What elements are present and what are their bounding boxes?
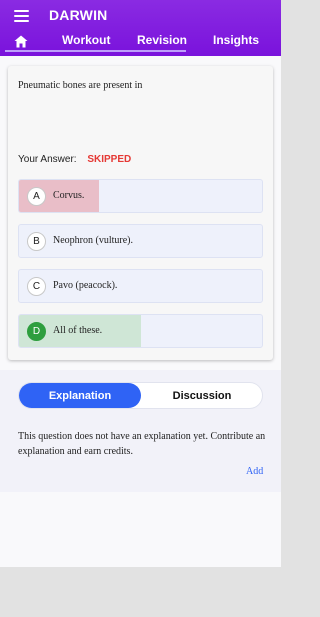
app-screen: DARWIN Workout Revision Insights Pneumat… — [0, 0, 281, 567]
option-a-badge: A — [27, 187, 46, 206]
explanation-section: Explanation Discussion This question doe… — [0, 370, 281, 492]
discussion-tab-button[interactable]: Discussion — [141, 383, 263, 408]
option-a-text: Corvus. — [53, 190, 85, 201]
option-c-badge: C — [27, 277, 46, 296]
add-explanation-link[interactable]: Add — [246, 466, 263, 477]
option-d-text: All of these. — [53, 325, 103, 336]
question-text: Pneumatic bones are present in — [18, 80, 143, 91]
top-app-bar: DARWIN Workout Revision Insights — [0, 0, 281, 56]
question-card: Pneumatic bones are present in Your Answ… — [8, 66, 273, 360]
option-d-badge: D — [27, 322, 46, 341]
option-b-badge: B — [27, 232, 46, 251]
explanation-tab-button[interactable]: Explanation — [19, 383, 141, 408]
answer-status: SKIPPED — [87, 154, 132, 165]
active-tab-indicator — [5, 50, 186, 52]
app-title: DARWIN — [49, 7, 108, 23]
tab-insights[interactable]: Insights — [213, 33, 259, 47]
option-c-text: Pavo (peacock). — [53, 280, 118, 291]
your-answer-label: Your Answer: — [18, 154, 77, 165]
option-a[interactable]: A Corvus. — [18, 179, 263, 213]
explanation-text: This question does not have an explanati… — [18, 431, 266, 457]
your-answer-row: Your Answer: SKIPPED — [18, 154, 131, 165]
home-icon[interactable] — [14, 35, 28, 48]
option-c[interactable]: C Pavo (peacock). — [18, 269, 263, 303]
explanation-discussion-toggle: Explanation Discussion — [18, 382, 263, 409]
tab-revision[interactable]: Revision — [137, 33, 187, 47]
tab-workout[interactable]: Workout — [62, 33, 110, 47]
option-b[interactable]: B Neophron (vulture). — [18, 224, 263, 258]
option-d[interactable]: D All of these. — [18, 314, 263, 348]
hamburger-menu-icon[interactable] — [14, 10, 29, 22]
option-b-text: Neophron (vulture). — [53, 235, 133, 246]
